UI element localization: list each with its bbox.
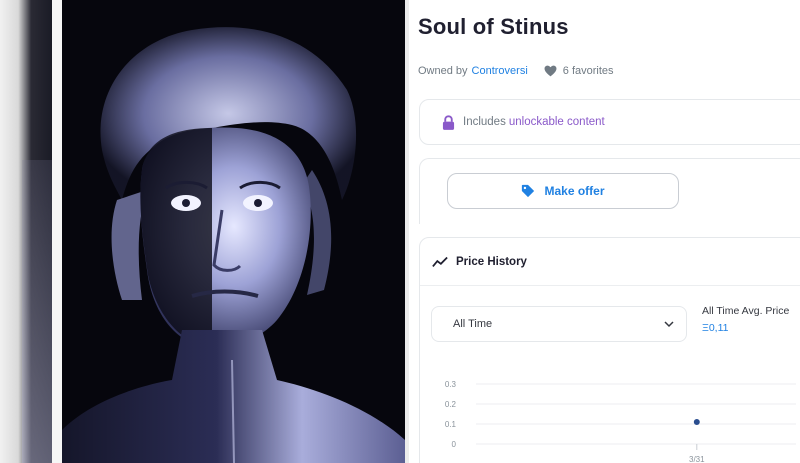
avg-price-label: All Time Avg. Price	[702, 305, 790, 317]
price-history-title: Price History	[456, 255, 527, 268]
owned-by-label: Owned by	[418, 65, 468, 77]
make-offer-label: Make offer	[544, 184, 605, 198]
price-history-chart: 0.3 0.2 0.1 0 3/31	[445, 380, 796, 463]
time-range-select[interactable]: All Time	[431, 306, 687, 342]
trending-icon	[432, 256, 448, 267]
unlockable-content-card[interactable]: Includes unlockable content	[419, 99, 800, 145]
chevron-down-icon	[664, 321, 674, 328]
artwork-gutter	[52, 0, 62, 463]
y-tick-label: 0.3	[445, 380, 457, 389]
owner-row: Owned by Controversi 6 favorites	[418, 65, 614, 77]
y-tick-label: 0	[452, 440, 457, 449]
price-history-card: Price History All Time All Time Avg. Pri…	[419, 237, 800, 463]
owner-link[interactable]: Controversi	[472, 65, 528, 77]
tag-icon	[522, 184, 535, 198]
price-history-header[interactable]: Price History	[420, 238, 800, 286]
time-range-value: All Time	[453, 318, 493, 330]
y-tick-label: 0.1	[445, 420, 457, 429]
avg-price-value: Ξ0,11	[702, 322, 729, 334]
lock-icon	[442, 114, 455, 130]
price-point[interactable]	[693, 419, 700, 425]
favorites-count: 6 favorites	[562, 65, 614, 77]
x-tick-label: 3/31	[689, 455, 705, 463]
previous-artwork-blur	[0, 0, 52, 463]
make-offer-button[interactable]: Make offer	[447, 173, 679, 209]
y-tick-label: 0.2	[445, 400, 457, 409]
item-title: Soul of Stinus	[418, 14, 569, 39]
offer-card: Make offer	[419, 158, 800, 224]
item-details-panel: Soul of Stinus Owned by Controversi 6 fa…	[409, 0, 800, 463]
unlockable-prefix: Includes	[463, 116, 506, 128]
portrait-illustration	[62, 0, 405, 463]
artwork-image[interactable]	[62, 0, 405, 463]
heart-icon[interactable]	[544, 65, 557, 77]
unlockable-link[interactable]: unlockable content	[509, 116, 605, 128]
